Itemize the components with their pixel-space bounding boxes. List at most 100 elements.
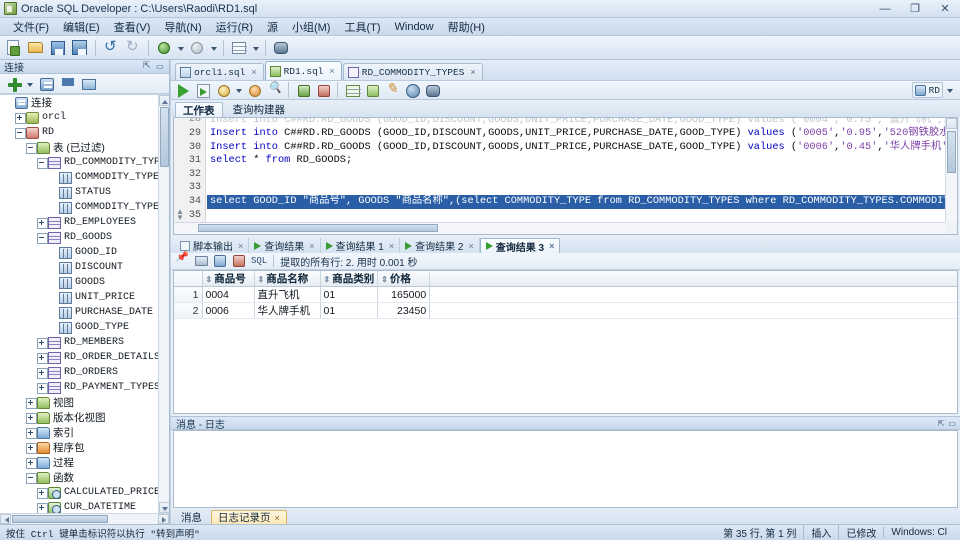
menu-view[interactable]: 查看(V) [107, 18, 158, 36]
dbg2-button[interactable] [403, 81, 421, 99]
expand-icon[interactable] [25, 427, 37, 439]
menu-edit[interactable]: 编辑(E) [56, 18, 107, 36]
collapse-icon[interactable] [14, 127, 26, 139]
forward-nav-button[interactable] [154, 38, 174, 58]
explain-plan-button[interactable] [294, 81, 312, 99]
tab-query-result-2[interactable]: 查询结果 2 × [400, 238, 480, 253]
expand-icon[interactable] [25, 397, 37, 409]
code-text[interactable]: Insert into C##RD.RD_GOODS (GOOD_ID,DISC… [207, 118, 945, 222]
back-nav-button[interactable] [187, 38, 207, 58]
scroll-thumb[interactable] [160, 107, 169, 167]
tab-close-icon[interactable]: × [275, 513, 280, 523]
table-cell[interactable]: 0004 [202, 286, 255, 303]
tree-node-rd-commodity-types[interactable]: RD_COMMODITY_TYPES [0, 155, 158, 170]
expand-icon[interactable] [36, 367, 48, 379]
column-header-3[interactable]: ⇕ 价格 [377, 271, 431, 287]
scroll-left-arrow[interactable] [0, 514, 11, 524]
new-connection-button[interactable] [4, 75, 22, 93]
connection-dropdown[interactable] [945, 80, 954, 100]
tab-orcl1-sql[interactable]: orcl1.sql × [175, 63, 264, 80]
menu-source[interactable]: 源 [260, 18, 285, 36]
expand-icon[interactable] [25, 442, 37, 454]
tree-node-rd-order-detailss[interactable]: RD_ORDER_DETAILSS [0, 350, 158, 365]
tree-node-[interactable]: 过程 [0, 455, 158, 470]
tree-node-goods[interactable]: GOODS [0, 275, 158, 290]
menu-help[interactable]: 帮助(H) [441, 18, 492, 36]
menu-file[interactable]: 文件(F) [6, 18, 56, 36]
menu-tools[interactable]: 工具(T) [337, 18, 387, 36]
menu-run[interactable]: 运行(R) [209, 18, 260, 36]
tree-node-[interactable]: 索引 [0, 425, 158, 440]
export-button[interactable] [213, 254, 228, 269]
tree-node-cur-datetime[interactable]: CUR_DATETIME [0, 500, 158, 513]
code-line[interactable] [207, 168, 945, 182]
format-button[interactable] [363, 81, 381, 99]
tree-node-rd[interactable]: RD [0, 125, 158, 140]
table-cell[interactable]: 01 [320, 302, 379, 319]
expand-icon[interactable] [36, 382, 48, 394]
table-cell[interactable]: 直升飞机 [254, 286, 321, 303]
tree-node-[interactable]: 函数 [0, 470, 158, 485]
expand-icon[interactable] [36, 352, 48, 364]
new-button[interactable] [4, 38, 24, 58]
scroll-down-arrow[interactable] [159, 502, 169, 513]
scroll-thumb[interactable] [947, 131, 956, 173]
tab-worksheet[interactable]: 工作表 [175, 102, 223, 117]
tab-close-icon[interactable]: × [389, 241, 394, 251]
tab-query-result[interactable]: 查询结果 × [249, 238, 321, 253]
tab-close-icon[interactable]: × [549, 241, 554, 251]
expand-icon[interactable] [25, 412, 37, 424]
tree-horizontal-scrollbar[interactable] [0, 513, 169, 524]
tree-node-calculated-price[interactable]: CALCULATED_PRICE [0, 485, 158, 500]
tab-query-result-3[interactable]: 查询结果 3 × [479, 238, 561, 254]
table-cell[interactable]: 0006 [202, 302, 255, 319]
scroll-up-arrow[interactable] [946, 118, 957, 129]
collapse-icon[interactable] [36, 232, 48, 244]
save-all-button[interactable] [70, 38, 90, 58]
expand-icon[interactable] [36, 487, 48, 499]
pin-button[interactable] [175, 252, 190, 269]
tab-logging-page[interactable]: 日志记录页 × [211, 510, 287, 524]
run-script-button[interactable] [194, 81, 212, 99]
table-cell[interactable]: 23450 [377, 302, 431, 319]
menu-navigate[interactable]: 导航(N) [157, 18, 208, 36]
tree-node-[interactable]: 程序包 [0, 440, 158, 455]
collapse-icon[interactable] [25, 472, 37, 484]
tree-node-good-id[interactable]: GOOD_ID [0, 245, 158, 260]
tree-node-orcl[interactable]: orcl [0, 110, 158, 125]
tree-node-[interactable]: 连接 [0, 95, 158, 110]
tab-close-icon[interactable]: × [330, 66, 335, 76]
tree-node-commodity-type-id[interactable]: COMMODITY_TYPE_ID [0, 170, 158, 185]
editor-vertical-scrollbar[interactable] [945, 118, 957, 222]
tree-node-[interactable]: 版本化视图 [0, 410, 158, 425]
clear-results-button[interactable] [232, 254, 247, 269]
print-button[interactable] [194, 254, 209, 269]
scroll-right-arrow[interactable] [158, 514, 169, 524]
connection-selector[interactable]: RD [911, 82, 943, 98]
menu-window[interactable]: Window [388, 20, 441, 34]
expand-icon[interactable] [36, 217, 48, 229]
messages-pin-icon[interactable]: ⇱ [938, 419, 945, 428]
tab-close-icon[interactable]: × [251, 67, 256, 77]
tree-node-rd-members[interactable]: RD_MEMBERS [0, 335, 158, 350]
column-header-2[interactable]: ⇕ 商品类别 [320, 271, 379, 287]
column-header-1[interactable]: ⇕ 商品名称 [254, 271, 321, 287]
column-header-0[interactable]: ⇕ 商品号 [202, 271, 255, 287]
tab-messages[interactable]: 消息 [175, 510, 208, 524]
tab-close-icon[interactable]: × [238, 241, 243, 251]
collapse-icon[interactable] [25, 142, 37, 154]
code-line[interactable] [207, 209, 945, 222]
tree-node-rd-employees[interactable]: RD_EMPLOYEES [0, 215, 158, 230]
tree-node-[interactable]: 视图 [0, 395, 158, 410]
tree-node-unit-price[interactable]: UNIT_PRICE [0, 290, 158, 305]
scroll-thumb-h[interactable] [198, 224, 438, 232]
clear-button[interactable] [383, 80, 401, 99]
tree-node-discount[interactable]: DISCOUNT [0, 260, 158, 275]
manage-connections-button[interactable] [37, 75, 55, 93]
tree-node-purchase-date[interactable]: PURCHASE_DATE [0, 305, 158, 320]
code-line[interactable]: Insert into C##RD.RD_GOODS (GOOD_ID,DISC… [207, 127, 945, 141]
tab-query-builder[interactable]: 查询构建器 [225, 102, 294, 117]
results-grid[interactable]: ⇕ 商品号 ⇕ 商品名称 ⇕ 商品类别 ⇕ 价格 1 0004 直升飞机 01 165000 2 0… [173, 270, 958, 414]
commit-button[interactable] [214, 81, 232, 99]
close-button[interactable]: ✕ [930, 0, 960, 18]
